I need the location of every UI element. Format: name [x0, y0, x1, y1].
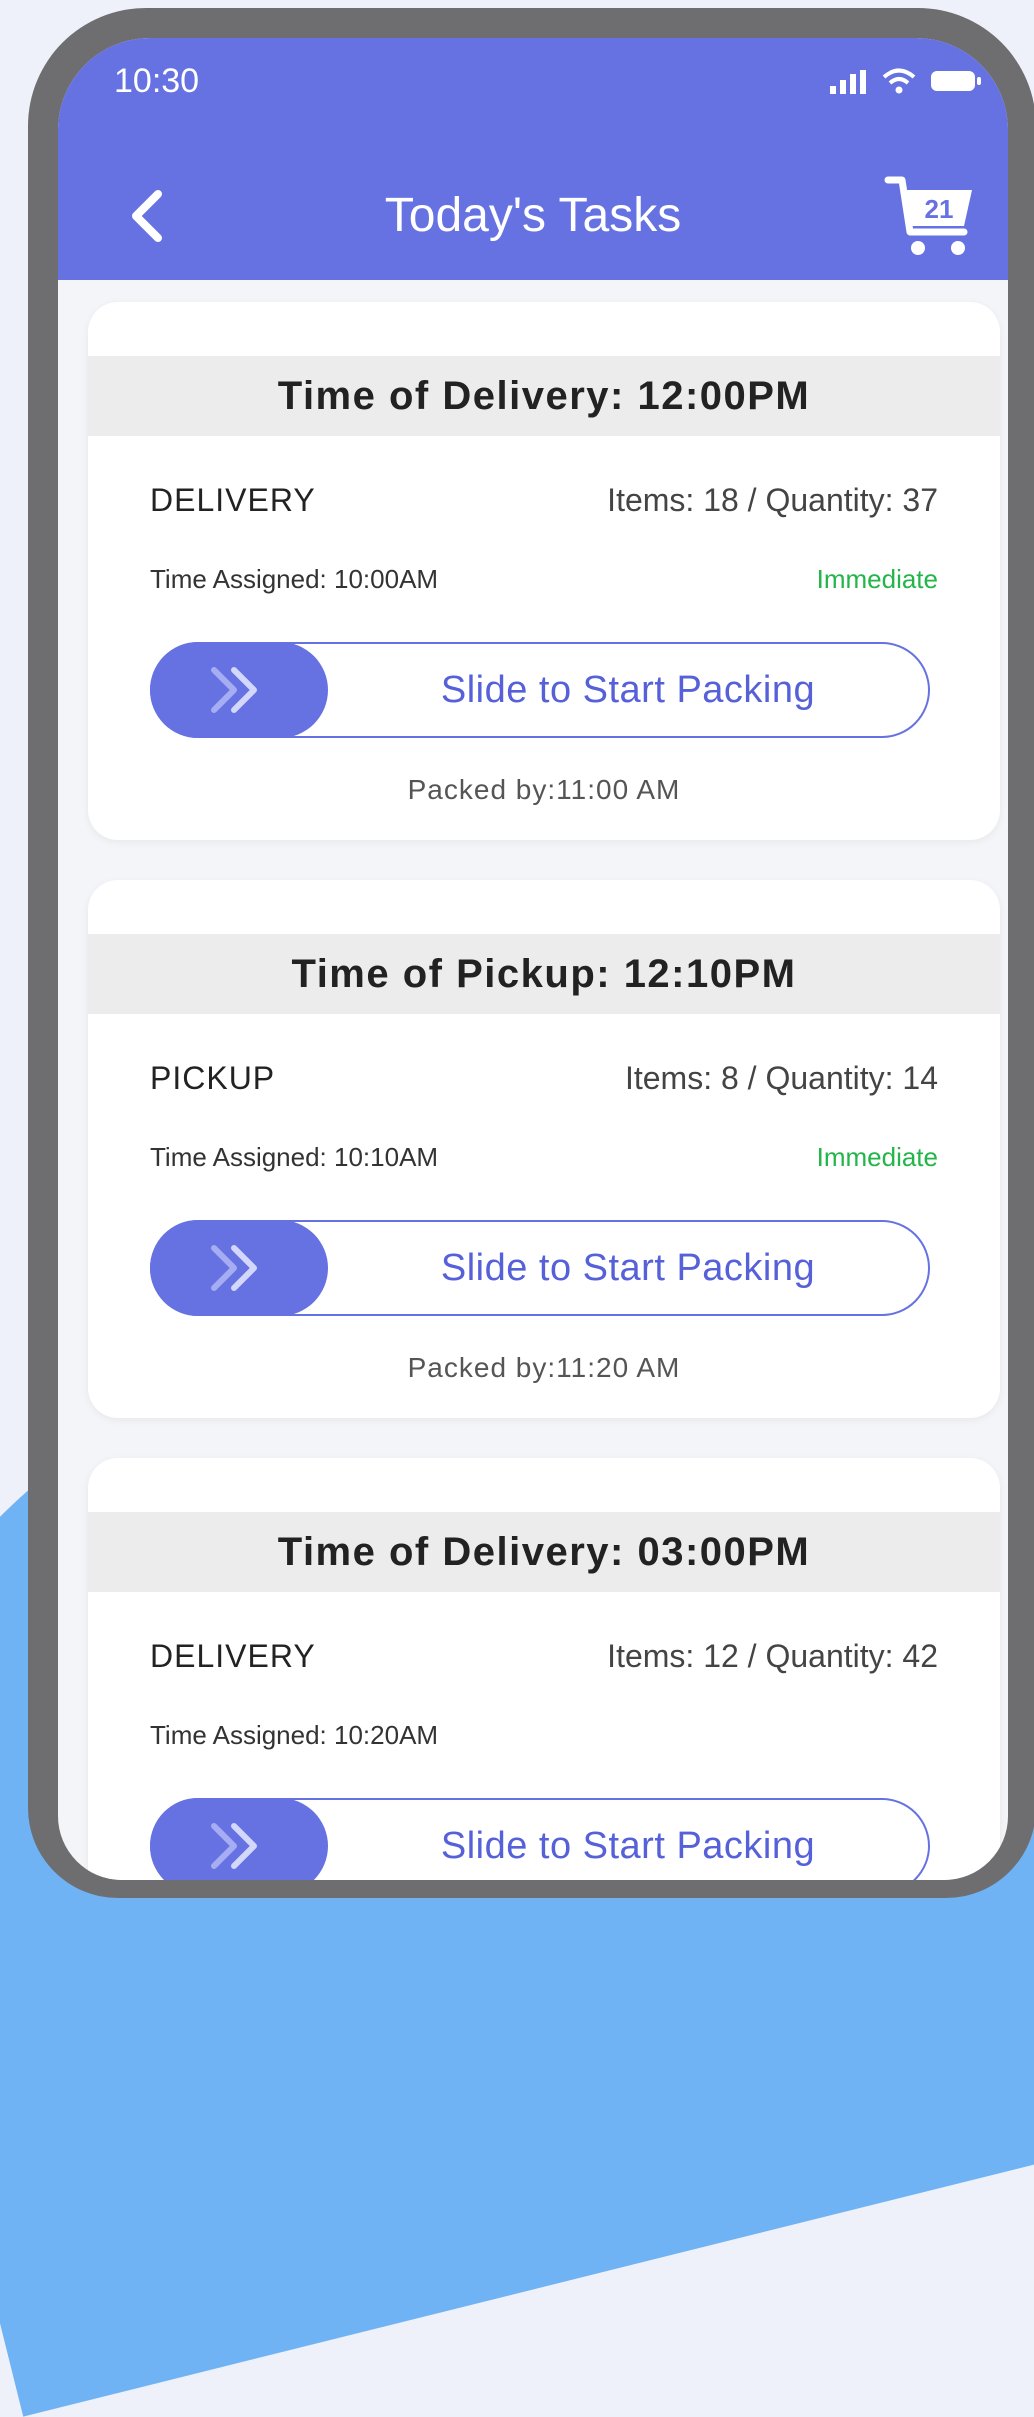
- slider-handle[interactable]: [150, 642, 328, 738]
- slider-handle[interactable]: [150, 1220, 328, 1316]
- task-time-heading: Time of Delivery: 12:00PM: [88, 356, 1000, 436]
- phone-frame: 10:30 Today's Tasks 21 Time of Delivery:…: [28, 8, 1034, 1898]
- task-type: DELIVERY: [150, 1638, 316, 1674]
- slider-handle[interactable]: [150, 1798, 328, 1880]
- task-items-quantity: Items: 12 / Quantity: 42: [607, 1638, 938, 1674]
- task-type: DELIVERY: [150, 482, 316, 518]
- task-items-quantity: Items: 18 / Quantity: 37: [607, 482, 938, 518]
- task-time-assigned: Time Assigned: 10:10AM: [150, 1142, 439, 1172]
- task-time-assigned: Time Assigned: 10:20AM: [150, 1720, 439, 1750]
- task-priority: Immediate: [816, 1142, 938, 1172]
- task-time-heading: Time of Pickup: 12:10PM: [88, 934, 1000, 1014]
- double-chevron-right-icon: [211, 1245, 257, 1291]
- slider-label: Slide to Start Packing: [440, 669, 816, 711]
- task-time-assigned: Time Assigned: 10:00AM: [150, 564, 439, 594]
- slider-label: Slide to Start Packing: [440, 1825, 816, 1867]
- task-time-heading: Time of Delivery: 03:00PM: [88, 1512, 1000, 1592]
- task-items-quantity: Items: 8 / Quantity: 14: [624, 1060, 938, 1096]
- signal-icon: [830, 70, 866, 94]
- slider-label: Slide to Start Packing: [440, 1247, 816, 1289]
- start-packing-slider[interactable]: Slide to Start Packing: [150, 642, 930, 738]
- wifi-icon: [882, 68, 916, 94]
- cart-count-badge: 21: [925, 194, 954, 224]
- double-chevron-right-icon: [211, 667, 257, 713]
- task-type: PICKUP: [150, 1060, 276, 1096]
- task-packed-by: Packed by:11:20 AM: [407, 1352, 681, 1383]
- task-packed-by: Packed by:11:00 AM: [407, 774, 681, 805]
- start-packing-slider[interactable]: Slide to Start Packing: [150, 1798, 930, 1880]
- task-card: Time of Delivery: 03:00PM DELIVERY Items…: [88, 1458, 1000, 1880]
- task-card: Time of Pickup: 12:10PM PICKUP Items: 8 …: [88, 880, 1000, 1418]
- cart-button[interactable]: 21: [884, 168, 980, 264]
- battery-icon: [931, 71, 981, 91]
- app-header: 10:30 Today's Tasks 21: [58, 38, 1008, 280]
- task-priority: Immediate: [816, 564, 938, 594]
- status-time: 10:30: [114, 62, 200, 100]
- phone-screen: 10:30 Today's Tasks 21 Time of Delivery:…: [58, 38, 1008, 1880]
- double-chevron-right-icon: [211, 1823, 257, 1869]
- start-packing-slider[interactable]: Slide to Start Packing: [150, 1220, 930, 1316]
- cart-icon: 21: [884, 176, 972, 255]
- status-icons: [828, 68, 982, 94]
- page-title: Today's Tasks: [384, 189, 682, 242]
- task-card: Time of Delivery: 12:00PM DELIVERY Items…: [88, 302, 1000, 840]
